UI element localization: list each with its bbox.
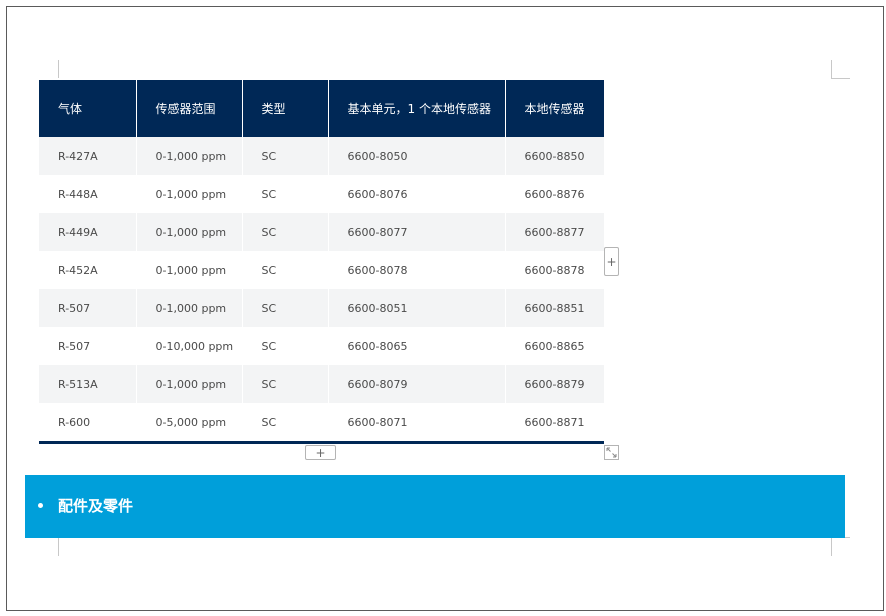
cell-local-sensor[interactable]: 6600-8851: [504, 289, 604, 327]
cell-base-unit[interactable]: 6600-8051: [327, 289, 505, 327]
header-sensor-range[interactable]: 传感器范围: [135, 80, 242, 137]
plus-icon: +: [606, 254, 617, 269]
cell-type[interactable]: SC: [241, 175, 328, 213]
cell-local-sensor[interactable]: 6600-8879: [504, 365, 604, 403]
cell-type[interactable]: SC: [241, 213, 328, 251]
cell-gas[interactable]: R-449A: [39, 213, 136, 251]
cell-base-unit[interactable]: 6600-8077: [327, 213, 505, 251]
cell-type[interactable]: SC: [241, 327, 328, 365]
header-gas[interactable]: 气体: [39, 80, 136, 137]
crop-mark: [831, 538, 832, 556]
cell-range[interactable]: 0-10,000 ppm: [135, 327, 242, 365]
cell-type[interactable]: SC: [241, 403, 328, 444]
cell-base-unit[interactable]: 6600-8078: [327, 251, 505, 289]
cell-range[interactable]: 0-1,000 ppm: [135, 251, 242, 289]
table-row: R-452A 0-1,000 ppm SC 6600-8078 6600-887…: [39, 251, 604, 289]
cell-local-sensor[interactable]: 6600-8878: [504, 251, 604, 289]
cell-gas[interactable]: R-427A: [39, 137, 136, 175]
table-row: R-600 0-5,000 ppm SC 6600-8071 6600-8871: [39, 403, 604, 444]
bullet-icon: [38, 503, 43, 508]
crop-mark: [831, 60, 832, 79]
table-row: R-513A 0-1,000 ppm SC 6600-8079 6600-887…: [39, 365, 604, 403]
table-row: R-427A 0-1,000 ppm SC 6600-8050 6600-885…: [39, 137, 604, 175]
cell-gas[interactable]: R-507: [39, 289, 136, 327]
cell-base-unit[interactable]: 6600-8065: [327, 327, 505, 365]
cell-base-unit[interactable]: 6600-8071: [327, 403, 505, 444]
cell-range[interactable]: 0-1,000 ppm: [135, 137, 242, 175]
table-row: R-507 0-10,000 ppm SC 6600-8065 6600-886…: [39, 327, 604, 365]
header-base-unit[interactable]: 基本单元，1 个本地传感器: [327, 80, 505, 137]
cell-base-unit[interactable]: 6600-8050: [327, 137, 505, 175]
cell-range[interactable]: 0-1,000 ppm: [135, 213, 242, 251]
cell-local-sensor[interactable]: 6600-8876: [504, 175, 604, 213]
cell-type[interactable]: SC: [241, 251, 328, 289]
table-row: R-448A 0-1,000 ppm SC 6600-8076 6600-887…: [39, 175, 604, 213]
table-resize-handle[interactable]: [604, 445, 619, 460]
cell-type[interactable]: SC: [241, 365, 328, 403]
cell-range[interactable]: 0-1,000 ppm: [135, 289, 242, 327]
cell-local-sensor[interactable]: 6600-8865: [504, 327, 604, 365]
add-row-button[interactable]: +: [305, 445, 336, 460]
cell-gas[interactable]: R-600: [39, 403, 136, 444]
cell-type[interactable]: SC: [241, 289, 328, 327]
cell-range[interactable]: 0-5,000 ppm: [135, 403, 242, 444]
gas-sensor-table[interactable]: 气体 传感器范围 类型 基本单元，1 个本地传感器 本地传感器 R-427A 0…: [39, 80, 604, 444]
add-column-button[interactable]: +: [604, 247, 619, 276]
cell-gas[interactable]: R-513A: [39, 365, 136, 403]
crop-mark: [58, 538, 59, 556]
cell-base-unit[interactable]: 6600-8079: [327, 365, 505, 403]
cell-range[interactable]: 0-1,000 ppm: [135, 365, 242, 403]
cell-gas[interactable]: R-452A: [39, 251, 136, 289]
table-row: R-507 0-1,000 ppm SC 6600-8051 6600-8851: [39, 289, 604, 327]
crop-mark: [58, 60, 59, 78]
cell-local-sensor[interactable]: 6600-8871: [504, 403, 604, 444]
resize-arrows-icon: [606, 447, 617, 458]
cell-gas[interactable]: R-507: [39, 327, 136, 365]
section-title[interactable]: 配件及零件: [58, 495, 133, 516]
table-row: R-449A 0-1,000 ppm SC 6600-8077 6600-887…: [39, 213, 604, 251]
header-type[interactable]: 类型: [241, 80, 328, 137]
table-header-row: 气体 传感器范围 类型 基本单元，1 个本地传感器 本地传感器: [39, 80, 604, 137]
cell-range[interactable]: 0-1,000 ppm: [135, 175, 242, 213]
cell-local-sensor[interactable]: 6600-8877: [504, 213, 604, 251]
cell-type[interactable]: SC: [241, 137, 328, 175]
cell-base-unit[interactable]: 6600-8076: [327, 175, 505, 213]
cell-local-sensor[interactable]: 6600-8850: [504, 137, 604, 175]
header-local-sensor[interactable]: 本地传感器: [504, 80, 604, 137]
plus-icon: +: [315, 445, 326, 460]
section-heading-bar: 配件及零件: [25, 475, 845, 538]
cell-gas[interactable]: R-448A: [39, 175, 136, 213]
crop-mark: [831, 78, 850, 79]
